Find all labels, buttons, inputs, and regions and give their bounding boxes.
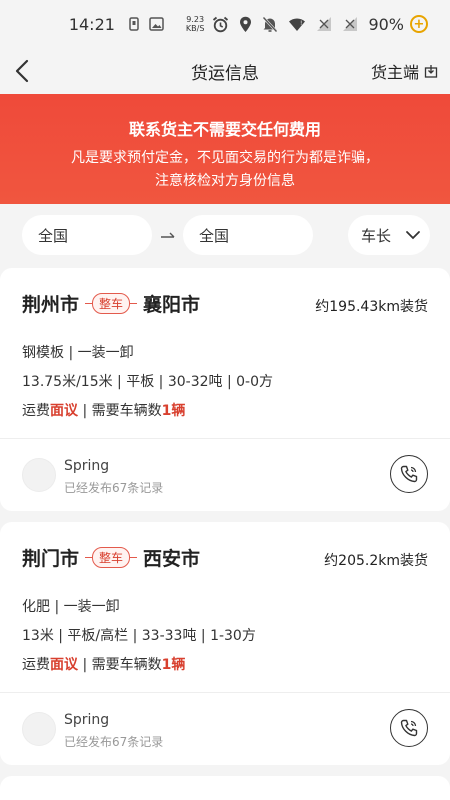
fee-info: 运费面议 | 需要车辆数1辆 [22,400,185,420]
net-speed-unit: KB/S [185,24,205,33]
origin-filter[interactable]: 全国 [22,215,152,255]
alarm-icon [212,16,229,33]
load-type-label: 整车 [92,547,131,568]
no-signal-icon [316,16,332,32]
call-button[interactable] [390,709,428,747]
status-time: 14:21 [68,14,115,34]
vehicle-length-label: 车长 [361,226,392,245]
divider [0,692,450,693]
image-icon [149,17,164,31]
sim-icon [129,17,139,31]
mute-icon [262,16,278,33]
title-bar: 货运信息 货主端 [0,48,450,94]
phone-icon [400,719,418,737]
route: 荆州市 整车 襄阳市 [22,290,200,317]
load-type-label: 整车 [92,293,131,314]
net-speed-value: 9.23 [186,15,205,24]
vehicle-length-filter[interactable]: 车长 [348,215,430,255]
filter-row: 全国 全国 车长 [0,204,450,266]
divider [0,438,450,439]
shipper-name: Spring [64,712,110,728]
net-speed: 9.23 KB/S [186,15,205,33]
status-bar: 14:21 9.23 KB/S ! 90% + [0,0,450,48]
route: 荆门市 整车 西安市 [22,544,200,571]
banner-headline: 联系货主不需要交任何费用 [128,120,321,139]
svg-text:!: ! [300,20,302,27]
destination-city: 西安市 [143,548,201,570]
chevron-down-icon [406,231,420,240]
location-icon [239,16,252,33]
battery-saver-icon: + [410,15,428,33]
vehicles-prefix: | 需要车辆数 [78,403,162,419]
owner-side-label: 货主端 [370,63,419,82]
fee-prefix: 运费 [22,403,50,419]
phone-icon [400,465,418,483]
destination-filter-label: 全国 [199,226,230,245]
vehicles-count: 1辆 [161,657,186,673]
pickup-distance: 约205.2km装货 [324,553,428,569]
origin-city: 荆州市 [22,294,80,316]
origin-filter-label: 全国 [38,226,69,245]
goods-info: 钢模板 | 一装一卸 [22,345,134,361]
load-type-tag: 整车 [85,547,138,568]
battery-level: 90% [368,14,404,34]
arrow-right-icon [160,228,176,247]
wifi-icon: ! [288,17,306,32]
pickup-distance: 约195.43km装货 [315,299,428,315]
shipper-records: 已经发布67条记录 [64,735,164,749]
load-type-tag: 整车 [85,293,138,314]
fee-prefix: 运费 [22,657,50,673]
destination-filter[interactable]: 全国 [183,215,313,255]
fee-negotiable: 面议 [50,657,78,673]
origin-city: 荆门市 [22,548,80,570]
vehicle-specs: 13米 | 平板/高栏 | 33-33吨 | 1-30方 [22,628,256,644]
vehicles-prefix: | 需要车辆数 [78,657,162,673]
no-signal-icon [342,16,358,32]
shipper-name: Spring [64,458,110,474]
vehicles-count: 1辆 [161,403,186,419]
fee-negotiable: 面议 [50,403,78,419]
destination-city: 襄阳市 [143,294,201,316]
avatar[interactable] [22,458,56,492]
vehicle-specs: 13.75米/15米 | 平板 | 30-32吨 | 0-0方 [22,374,274,390]
avatar[interactable] [22,712,56,746]
export-icon [424,65,438,78]
banner-line1: 凡是要求预付定金，不见面交易的行为都是诈骗， [71,150,379,166]
owner-side-button[interactable]: 货主端 [371,59,438,83]
banner-line2: 注意核检对方身份信息 [155,173,295,189]
listing-card[interactable]: 荆州市 整车 襄阳市 约195.43km装货 钢模板 | 一装一卸 13.75米… [0,268,450,511]
listing-card[interactable] [0,776,450,800]
shipper-records: 已经发布67条记录 [64,481,164,495]
listing-card[interactable]: 荆门市 整车 西安市 约205.2km装货 化肥 | 一装一卸 13米 | 平板… [0,522,450,765]
call-button[interactable] [390,455,428,493]
warning-banner: 联系货主不需要交任何费用 凡是要求预付定金，不见面交易的行为都是诈骗， 注意核检… [0,94,450,204]
fee-info: 运费面议 | 需要车辆数1辆 [22,654,185,674]
goods-info: 化肥 | 一装一卸 [22,599,120,615]
